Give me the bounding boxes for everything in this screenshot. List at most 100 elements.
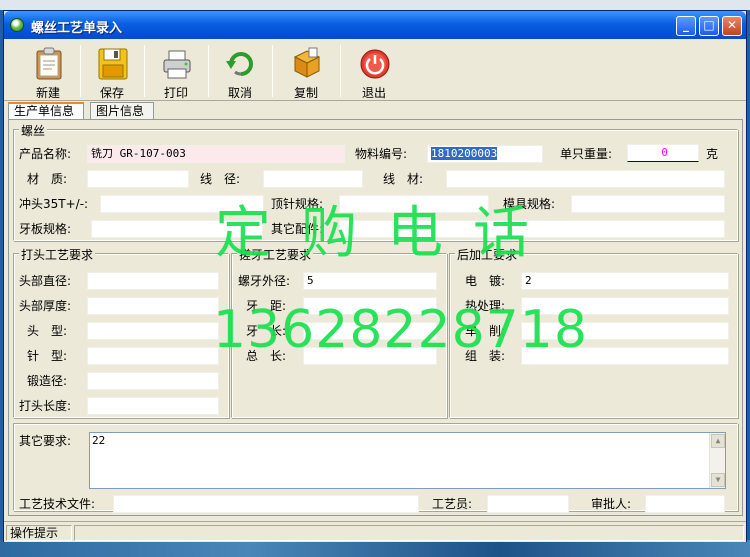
- material-no-label: 物料编号:: [355, 147, 408, 161]
- outer-dia-field[interactable]: 5: [303, 272, 437, 290]
- ejector-field[interactable]: [339, 195, 489, 213]
- head-thick-label: 头部厚度:: [19, 299, 72, 313]
- desktop-top-strip: [0, 0, 750, 10]
- material-no-value: 1810200003: [431, 147, 498, 160]
- toolbar-separator: [80, 45, 81, 97]
- cancel-button[interactable]: 取消: [210, 43, 270, 100]
- forge-dia-label: 锻造径:: [27, 374, 68, 388]
- head-type-label: 头 型:: [27, 324, 68, 338]
- status-bar: 操作提示: [4, 521, 746, 542]
- assembly-label: 组 装:: [465, 349, 506, 363]
- print-button[interactable]: 打印: [146, 43, 206, 100]
- minimize-icon[interactable]: _: [676, 16, 696, 36]
- pitch-field[interactable]: [303, 297, 437, 315]
- other-parts-field[interactable]: [339, 220, 725, 238]
- product-name-label: 产品名称:: [19, 147, 72, 161]
- mold-label: 模具规格:: [503, 197, 556, 211]
- total-len-field[interactable]: [303, 347, 437, 365]
- head-dia-label: 头部直径:: [19, 274, 72, 288]
- punch-label: 冲头35T+/-:: [19, 197, 89, 211]
- requirements-textarea[interactable]: 22 ▲ ▼: [89, 432, 726, 489]
- ejector-label: 顶针规格:: [271, 197, 324, 211]
- maximize-icon[interactable]: □: [699, 16, 719, 36]
- tab-panel: 螺丝 产品名称: 铣刀 GR-107-003 物料编号: 1810200003 …: [8, 119, 743, 516]
- assembly-field[interactable]: [521, 347, 729, 365]
- thread-plate-field[interactable]: [91, 220, 263, 238]
- close-icon[interactable]: ✕: [722, 16, 742, 36]
- heat-field[interactable]: [521, 297, 729, 315]
- material-label: 材 质:: [27, 172, 68, 186]
- outer-dia-label: 螺牙外径:: [238, 274, 291, 288]
- new-label: 新建: [35, 86, 60, 100]
- wire-dia-label: 线 径:: [200, 172, 241, 186]
- product-name-field[interactable]: 铣刀 GR-107-003: [87, 145, 345, 163]
- other-parts-label: 其它配件:: [271, 222, 324, 236]
- save-button[interactable]: 保存: [82, 43, 142, 100]
- head-thick-field[interactable]: [87, 297, 219, 315]
- tab-production-info[interactable]: 生产单信息: [8, 102, 84, 119]
- punch-field[interactable]: [100, 195, 264, 213]
- status-hint: 操作提示: [6, 525, 72, 541]
- head-type-field[interactable]: [87, 322, 219, 340]
- toolbar-separator: [144, 45, 145, 97]
- unit-weight-label: 单只重量:: [560, 147, 613, 161]
- undo-arrows-icon: [226, 52, 253, 76]
- toolbar-separator: [272, 45, 273, 97]
- copy-button[interactable]: 复制: [276, 43, 336, 100]
- approver-label: 审批人:: [591, 497, 632, 511]
- exit-button[interactable]: 退出: [344, 43, 404, 100]
- tab-image-info[interactable]: 图片信息: [90, 102, 154, 119]
- requirements-scrollbar[interactable]: ▲ ▼: [709, 433, 725, 488]
- unit-weight-unit: 克: [706, 147, 719, 161]
- thread-plate-label: 牙板规格:: [19, 222, 72, 236]
- toolbar-separator: [208, 45, 209, 97]
- turning-label: 车 削:: [465, 324, 506, 338]
- threading-group-label: 搓牙工艺要求: [237, 246, 314, 263]
- turning-field[interactable]: [521, 322, 729, 340]
- thread-len-field[interactable]: [303, 322, 437, 340]
- status-message-area: [74, 525, 744, 541]
- material-field[interactable]: [87, 170, 189, 188]
- material-no-field[interactable]: 1810200003: [427, 145, 543, 163]
- wire-dia-field[interactable]: [263, 170, 363, 188]
- mold-field[interactable]: [571, 195, 725, 213]
- app-icon: [10, 18, 24, 32]
- plating-field[interactable]: 2: [521, 272, 729, 290]
- copy-icon: [293, 47, 321, 78]
- product-group-label: 螺丝: [19, 122, 48, 139]
- technician-field[interactable]: [487, 495, 569, 513]
- forge-dia-field[interactable]: [87, 372, 219, 390]
- exit-label: 退出: [361, 86, 386, 100]
- scroll-up-icon[interactable]: ▲: [711, 434, 725, 448]
- toolbar-separator: [340, 45, 341, 97]
- thread-len-label: 牙 长:: [246, 324, 287, 338]
- approver-field[interactable]: [645, 495, 725, 513]
- unit-weight-field[interactable]: 0: [627, 144, 699, 162]
- pitch-label: 牙 距:: [246, 299, 287, 313]
- tech-doc-field[interactable]: [113, 495, 419, 513]
- save-label: 保存: [99, 86, 124, 100]
- pin-type-field[interactable]: [87, 347, 219, 365]
- clipboard-icon: [36, 47, 62, 80]
- title-bar[interactable]: 螺丝工艺单录入 _ □ ✕: [4, 11, 746, 39]
- desktop-background: [0, 540, 750, 557]
- scroll-down-icon[interactable]: ▼: [711, 473, 725, 487]
- plating-label: 电 镀:: [465, 274, 506, 288]
- toolbar: 新建 保存 打印 取消 复制 退出: [4, 39, 746, 101]
- pin-type-label: 针 型:: [27, 349, 68, 363]
- power-icon: [360, 49, 390, 79]
- wire-field[interactable]: [446, 170, 725, 188]
- technician-label: 工艺员:: [432, 497, 473, 511]
- window-title: 螺丝工艺单录入: [31, 21, 123, 36]
- requirements-value: 22: [92, 434, 106, 447]
- wire-label: 线 材:: [383, 172, 424, 186]
- head-len-label: 打头长度:: [19, 399, 72, 413]
- total-len-label: 总 长:: [246, 349, 287, 363]
- post-group-label: 后加工要求: [455, 246, 520, 263]
- head-len-field[interactable]: [87, 397, 219, 415]
- requirements-label: 其它要求:: [19, 434, 72, 448]
- new-button[interactable]: 新建: [18, 43, 78, 100]
- main-window: 螺丝工艺单录入 _ □ ✕ 新建 保存 打印 取消 复制 退出 生产单信息 图片…: [3, 10, 747, 542]
- head-dia-field[interactable]: [87, 272, 219, 290]
- print-label: 打印: [163, 86, 188, 100]
